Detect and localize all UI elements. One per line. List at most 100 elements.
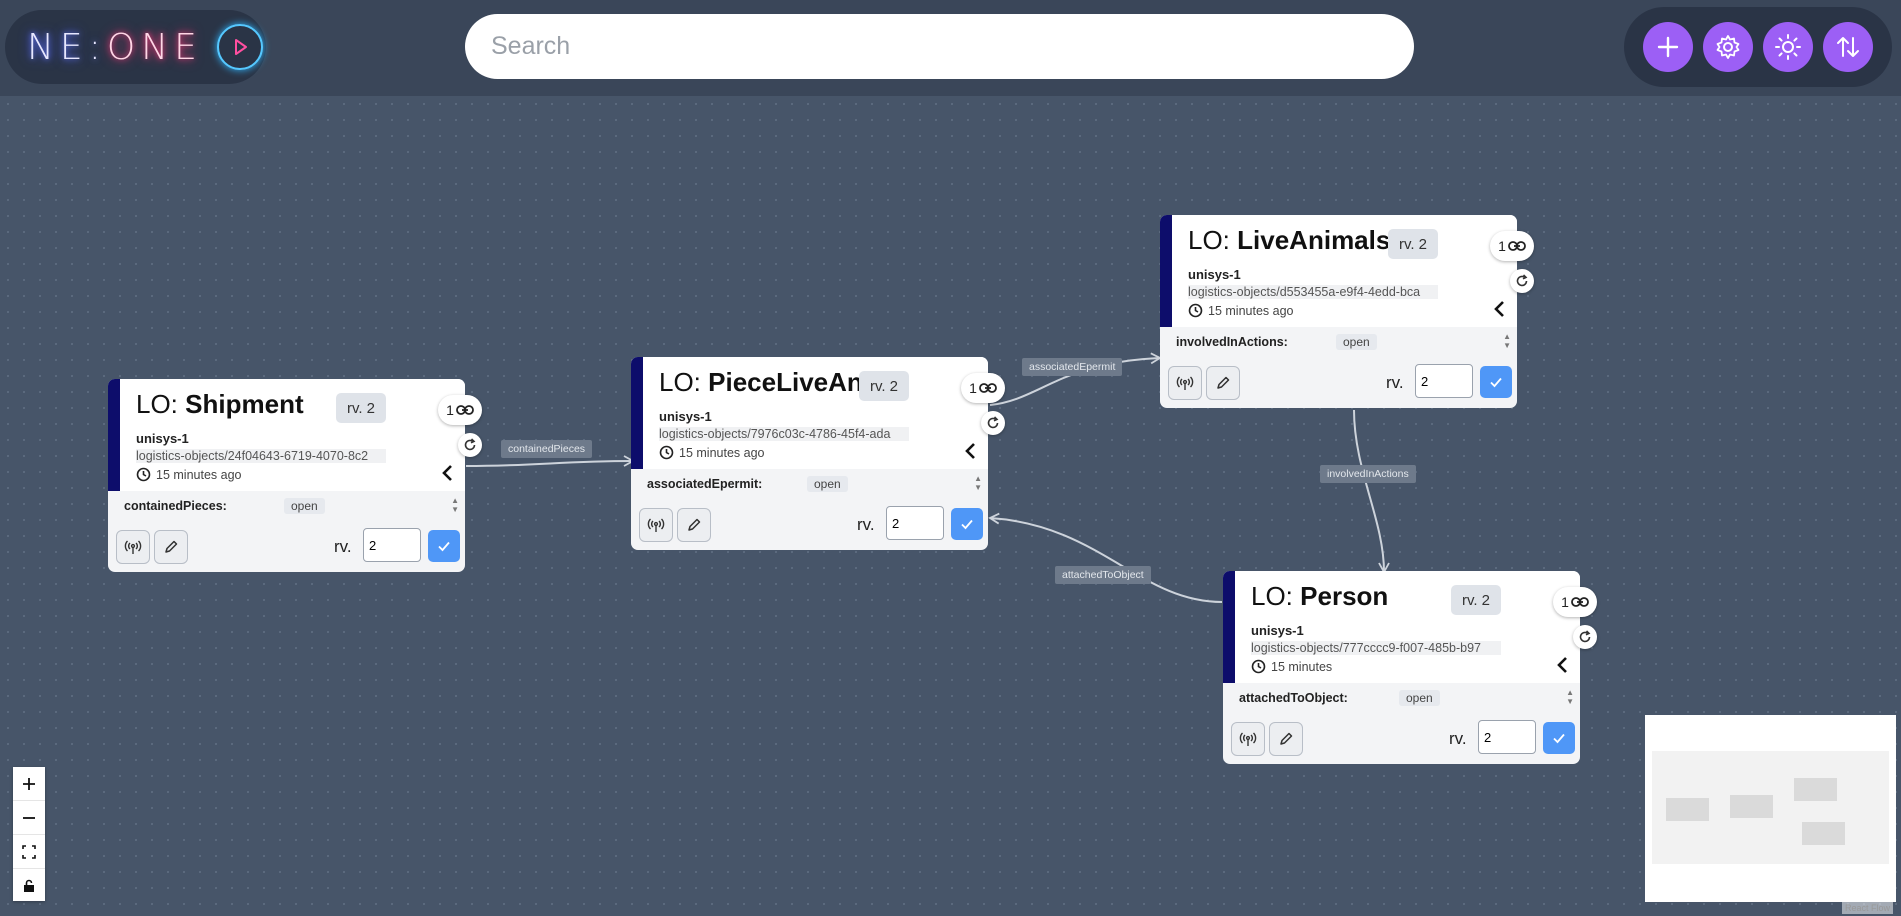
property-name: involvedInActions:	[1176, 335, 1288, 349]
node-person[interactable]: LO: Person rv. 2 1 unisys-1 logistics-ob…	[1223, 571, 1597, 764]
confirm-button[interactable]	[428, 530, 460, 562]
check-icon	[438, 541, 450, 552]
node-stripe	[631, 357, 643, 469]
broadcast-icon	[1239, 732, 1257, 746]
node-owner: unisys-1	[1188, 267, 1241, 282]
revision-badge: rv. 2	[859, 371, 909, 401]
property-row: containedPieces: open ▲ ▼	[124, 496, 459, 518]
node-live-animals-epermit[interactable]: LO: LiveAnimalsEp rv. 2 1 unisys-1 logis…	[1160, 215, 1534, 408]
confirm-button[interactable]	[1543, 722, 1575, 754]
property-row: attachedToObject: open ▲ ▼	[1239, 688, 1574, 710]
rv-label: rv.	[1386, 373, 1404, 392]
broadcast-button[interactable]	[116, 530, 150, 564]
property-tag[interactable]: open	[807, 476, 848, 492]
property-name: attachedToObject:	[1239, 691, 1348, 705]
broadcast-button[interactable]	[639, 508, 673, 542]
collapse-button[interactable]	[1555, 655, 1569, 680]
clock-icon	[659, 445, 674, 460]
node-time: 15 minutes ago	[136, 467, 241, 482]
revision-badge: rv. 2	[336, 393, 386, 423]
revision-badge: rv. 2	[1388, 229, 1438, 259]
node-owner: unisys-1	[1251, 623, 1304, 638]
node-piece-live-animals[interactable]: LO: PieceLiveAnim rv. 2 1 unisys-1 logis…	[631, 357, 1005, 550]
minimap-node	[1794, 778, 1837, 801]
pencil-icon	[165, 540, 178, 553]
edit-button[interactable]	[1269, 722, 1303, 756]
attribution[interactable]: React Flow	[1842, 902, 1894, 914]
broadcast-button[interactable]	[1168, 366, 1202, 400]
rv-input[interactable]	[886, 506, 944, 540]
node-owner: unisys-1	[659, 409, 712, 424]
edge-label-associated-epermit: associatedEpermit	[1022, 358, 1123, 376]
clock-icon	[1251, 659, 1266, 674]
rv-input[interactable]	[1415, 364, 1473, 398]
broadcast-button[interactable]	[1231, 722, 1265, 756]
link-count-badge[interactable]: 1	[1490, 231, 1534, 261]
minimap-node	[1802, 822, 1845, 845]
node-shipment[interactable]: LO: Shipment rv. 2 1 unisys-1 logistics-…	[108, 379, 482, 572]
property-tag[interactable]: open	[1336, 334, 1377, 350]
edit-button[interactable]	[1206, 366, 1240, 400]
collapse-button[interactable]	[963, 441, 977, 466]
scroll-arrows-icon[interactable]: ▲ ▼	[974, 474, 982, 492]
refresh-icon	[1516, 274, 1528, 287]
link-count-badge[interactable]: 1	[961, 373, 1005, 403]
minimap[interactable]	[1645, 715, 1896, 902]
property-name: associatedEpermit:	[647, 477, 763, 491]
chevron-left-icon	[1557, 657, 1567, 673]
zoom-in-button[interactable]	[13, 767, 45, 801]
fit-view-icon	[22, 844, 36, 859]
link-icon	[978, 383, 997, 393]
zoom-controls	[13, 767, 45, 901]
lock-icon	[24, 879, 34, 892]
link-count-badge[interactable]: 1	[1553, 587, 1597, 617]
node-object-id: logistics-objects/d553455a-e9f4-4edd-bca	[1188, 285, 1438, 299]
link-icon	[1507, 241, 1526, 251]
check-icon	[1490, 377, 1502, 388]
pencil-icon	[688, 518, 701, 531]
collapse-button[interactable]	[1492, 299, 1506, 324]
refresh-button[interactable]	[981, 411, 1005, 435]
confirm-button[interactable]	[951, 508, 983, 540]
minimap-node	[1666, 798, 1709, 821]
refresh-button[interactable]	[1510, 269, 1534, 293]
lock-button[interactable]	[13, 869, 45, 902]
property-tag[interactable]: open	[284, 498, 325, 514]
node-stripe	[108, 379, 120, 491]
edge-label-attached-to-object: attachedToObject	[1055, 566, 1151, 584]
check-icon	[961, 519, 973, 530]
scroll-arrows-icon[interactable]: ▲ ▼	[1566, 688, 1574, 706]
scroll-arrows-icon[interactable]: ▲ ▼	[1503, 332, 1511, 350]
node-time: 15 minutes ago	[659, 445, 764, 460]
confirm-button[interactable]	[1480, 366, 1512, 398]
rv-input[interactable]	[363, 528, 421, 562]
fit-view-button[interactable]	[13, 835, 45, 869]
edge-label-involved-in-actions: involvedInActions	[1320, 465, 1416, 483]
rv-input[interactable]	[1478, 720, 1536, 754]
property-row: associatedEpermit: open ▲ ▼	[647, 474, 982, 496]
refresh-button[interactable]	[1573, 625, 1597, 649]
scroll-arrows-icon[interactable]: ▲ ▼	[451, 496, 459, 514]
edit-button[interactable]	[154, 530, 188, 564]
revision-badge: rv. 2	[1451, 585, 1501, 615]
edge-involved-in-actions[interactable]	[1353, 409, 1390, 574]
node-stripe	[1160, 215, 1172, 327]
edge-label-contained-pieces: containedPieces	[501, 440, 593, 458]
refresh-button[interactable]	[458, 433, 482, 457]
edit-button[interactable]	[677, 508, 711, 542]
plus-icon	[23, 777, 35, 790]
zoom-out-button[interactable]	[13, 801, 45, 835]
node-time: 15 minutes	[1251, 659, 1332, 674]
node-owner: unisys-1	[136, 431, 189, 446]
collapse-button[interactable]	[440, 463, 454, 488]
property-tag[interactable]: open	[1399, 690, 1440, 706]
edge-contained-pieces[interactable]	[465, 455, 635, 467]
link-icon	[455, 405, 474, 415]
edge-attached-to-object[interactable]	[988, 512, 1223, 603]
chevron-left-icon	[442, 465, 452, 481]
node-object-id: logistics-objects/7976c03c-4786-45f4-ada	[659, 427, 909, 441]
property-name: containedPieces:	[124, 499, 227, 513]
broadcast-icon	[1176, 376, 1194, 390]
link-count-badge[interactable]: 1	[438, 395, 482, 425]
refresh-icon	[1579, 630, 1591, 643]
